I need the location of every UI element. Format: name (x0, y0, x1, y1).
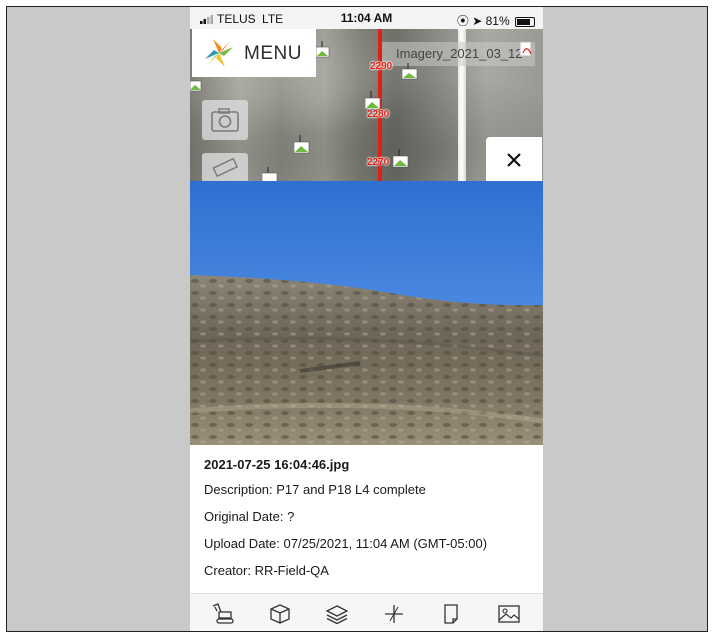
status-bar: TELUS LTE 11:04 AM ⦿ ➤ 81% (190, 7, 543, 29)
photo-marker-icon[interactable] (365, 91, 381, 111)
distance-label: 2290 (370, 61, 393, 72)
ruler-icon (212, 157, 239, 178)
bottom-toolbar (190, 593, 543, 631)
field-photo-image (190, 181, 543, 445)
close-icon (507, 153, 521, 167)
photo-marker-icon[interactable] (316, 41, 330, 59)
document-icon[interactable] (438, 602, 464, 626)
location-arrow-icon: ➤ (472, 14, 483, 28)
menu-button[interactable]: MENU (192, 29, 316, 77)
phone-screen: TELUS LTE 11:04 AM ⦿ ➤ 81% MENU Imagery_… (190, 7, 543, 631)
image-icon[interactable] (496, 602, 522, 626)
logo-icon (205, 39, 233, 67)
distance-label: 2280 (367, 109, 390, 120)
orientation-lock-icon: ⦿ (456, 14, 469, 28)
photo-marker-icon[interactable] (190, 79, 202, 93)
photo-marker-icon[interactable] (262, 167, 278, 181)
battery-icon (515, 16, 535, 27)
menu-label: MENU (244, 43, 302, 64)
map-view[interactable]: MENU Imagery_2021_03_12 2290 2280 2270 (190, 29, 543, 181)
photo-description: Description: P17 and P18 L4 complete (204, 482, 426, 497)
photo-info-panel: 2021-07-25 16:04:46.jpg Description: P17… (190, 445, 543, 593)
photo-marker-icon[interactable] (294, 135, 310, 155)
photo-filename: 2021-07-25 16:04:46.jpg (204, 457, 350, 472)
photo-marker-icon[interactable] (402, 63, 418, 81)
photo-upload-date: Upload Date: 07/25/2021, 11:04 AM (GMT-0… (204, 536, 488, 551)
crosshair-icon[interactable] (381, 602, 407, 626)
excavator-icon[interactable] (210, 602, 236, 626)
battery-percent: 81% (485, 14, 510, 28)
status-right: ⦿ ➤ 81% (457, 12, 535, 29)
photo-creator: Creator: RR-Field-QA (204, 563, 329, 578)
pdf-layer-icon[interactable] (518, 41, 536, 59)
photo-original-date: Original Date: ? (204, 509, 295, 524)
camera-button[interactable] (202, 100, 248, 140)
layer-name: Imagery_2021_03_12 (396, 46, 523, 61)
measure-button[interactable] (202, 153, 248, 181)
cube-icon[interactable] (267, 602, 293, 626)
camera-icon (211, 108, 239, 132)
layers-icon[interactable] (324, 602, 350, 626)
close-button[interactable] (486, 137, 542, 181)
distance-label: 2270 (367, 157, 390, 168)
field-photo (190, 181, 543, 445)
photo-marker-icon[interactable] (393, 149, 409, 169)
screenshot-frame: TELUS LTE 11:04 AM ⦿ ➤ 81% MENU Imagery_… (6, 6, 708, 632)
